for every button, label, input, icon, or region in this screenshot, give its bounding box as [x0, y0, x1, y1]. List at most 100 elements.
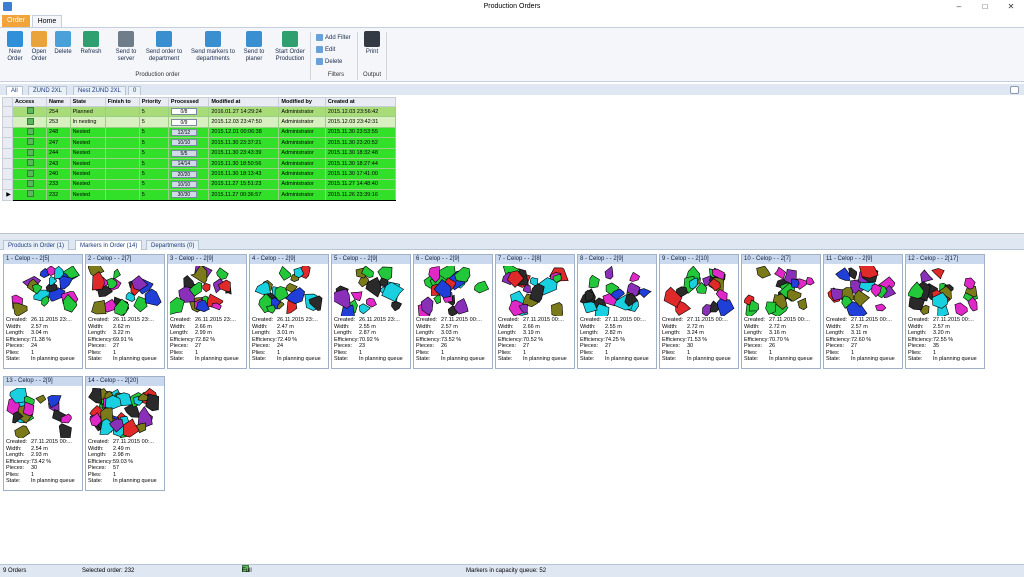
cell-acc [12, 126, 47, 139]
orders-pane: All ZUND 2XL Nest ZUND 2XL 0 Access Name S… [0, 84, 1024, 234]
marker-info: Created: 27.11.2015 00:... Width: 2.49 m Len… [88, 439, 164, 485]
column-header[interactable]: Access [12, 97, 47, 107]
marker-info-label: State: [88, 478, 103, 484]
cell-state: Nested [69, 168, 106, 180]
cell-by: Administrator [278, 157, 326, 170]
tab-zund-2xl[interactable]: ZUND 2XL [28, 86, 68, 95]
cell-state: Nested [69, 137, 106, 149]
cell-acc [12, 168, 47, 180]
cell-state: In nesting [69, 116, 106, 128]
cell-created: 2015.11.30 23:20:52 [324, 137, 397, 149]
refresh-button[interactable]: Refresh [78, 31, 104, 56]
delete-button[interactable]: Delete [52, 31, 74, 56]
marker-thumbnail [827, 266, 897, 316]
processed-progress: 5/5 [170, 149, 197, 157]
marker-info-row: State: In planning queue [6, 356, 82, 363]
marker-card[interactable]: 7 - Celop - - 2[8] Created: 27.11.2015 00:… [495, 254, 575, 369]
print-button[interactable]: Print [361, 31, 383, 56]
marker-piece [144, 288, 162, 306]
open-order-button[interactable]: Open Order [28, 31, 50, 63]
maximize-icon[interactable]: □ [972, 0, 998, 13]
marker-piece [473, 280, 490, 294]
table-row[interactable]: ▶ 232 Nested 5 30/30 2015.11.27 00:36:57 Admin… [2, 189, 397, 201]
send-to-planer-button[interactable]: Send to planer [240, 31, 268, 63]
table-row[interactable]: 248 Nested 5 12/12 2015.12.01 00:06:38 Admini… [2, 126, 397, 139]
marker-card[interactable]: 1 - Celop - - 2[5] Created: 26.11.2015 23:… [3, 254, 83, 369]
marker-thumbnail [580, 266, 652, 316]
processed-progress: 0/9 [170, 118, 197, 126]
marker-card[interactable]: 6 - Celop - - 2[9] Created: 27.11.2015 00:… [413, 254, 493, 369]
marker-title: 3 - Celop - - 2[9] [168, 255, 246, 264]
marker-info-label: State: [6, 356, 21, 362]
marker-card[interactable]: 9 - Celop - - 2[10] Created: 27.11.2015 00… [659, 254, 739, 369]
column-header[interactable]: Modified at [208, 97, 280, 107]
marker-info-label: State: [170, 356, 185, 362]
table-row[interactable]: 233 Nested 5 10/10 2015.11.27 15:51:23 Admini… [2, 178, 397, 191]
marker-card[interactable]: 12 - Celop - - 2[17] Created: 27.11.2015 0… [905, 254, 985, 369]
marker-info-label: State: [908, 356, 923, 362]
marker-info-label: State: [826, 356, 841, 362]
table-row[interactable]: 253 In nesting 5 0/9 2015.12.03 23:47:50 Admi… [2, 116, 397, 128]
marker-card[interactable]: 2 - Celop - - 2[7] Created: 26.11.2015 23:… [85, 254, 165, 369]
title-bar: Production Orders – □ ✕ [0, 0, 1024, 13]
table-row[interactable]: 243 Nested 5 14/14 2015.11.30 18:50:56 Admini… [2, 157, 397, 170]
marker-title: 1 - Celop - - 2[5] [4, 255, 82, 264]
column-header[interactable]: State [69, 97, 106, 107]
cell-state: Nested [69, 178, 106, 191]
edit-filter-button[interactable]: Edit [316, 46, 335, 53]
marker-card[interactable]: 3 - Celop - - 2[9] Created: 26.11.2015 23:… [167, 254, 247, 369]
tab-all[interactable]: All [6, 86, 23, 95]
table-row[interactable]: 244 Nested 5 5/5 2015.11.30 23:43:39 Administ… [2, 147, 397, 159]
tab-home[interactable]: Home [32, 15, 62, 27]
delete-filter-button[interactable]: Delete [316, 58, 342, 65]
marker-card[interactable]: 11 - Celop - - 2[9] Created: 27.11.2015 00… [823, 254, 903, 369]
table-row[interactable]: 240 Nested 5 20/20 2015.11.30 18:13:43 Admini… [2, 168, 397, 180]
cell-priority: 5 [138, 126, 169, 139]
column-header[interactable] [2, 97, 13, 107]
minimize-icon[interactable]: – [946, 0, 972, 13]
cell-by: Administrator [278, 137, 326, 149]
tab-departments[interactable]: Departments (0) [146, 240, 200, 250]
row-selector-icon: ▶ [2, 189, 13, 201]
column-header[interactable]: Priority [138, 97, 169, 107]
start-order-production-button[interactable]: Start Order Production [270, 31, 310, 63]
add-filter-button[interactable]: Add Filter [316, 34, 351, 41]
cell-name: 240 [46, 168, 71, 180]
column-header[interactable]: Name [46, 97, 71, 107]
cell-acc [12, 157, 47, 170]
marker-thumbnail [334, 266, 405, 316]
new-order-button[interactable]: New Order [4, 31, 26, 63]
ribbon-button-label: Send to server [115, 49, 137, 62]
marker-info: Created: 26.11.2015 23:... Width: 2.66 m Len… [170, 317, 246, 363]
tab-products-in-order[interactable]: Products in Order (1) [3, 240, 70, 250]
column-header[interactable]: Modified by [278, 97, 326, 107]
close-icon[interactable]: ✕ [998, 0, 1024, 13]
column-header-created-sorted[interactable]: Created at [324, 97, 397, 107]
send-markers-to-departments-button[interactable]: Send markers to departments [188, 31, 238, 63]
marker-card[interactable]: 8 - Celop - - 2[9] Created: 27.11.2015 00:… [577, 254, 657, 369]
marker-piece [604, 266, 614, 280]
marker-card[interactable]: 13 - Celop - - 2[9] Created: 27.11.2015 00… [3, 376, 83, 491]
ribbon: New Order Open Order Delete Refresh Send to … [0, 27, 1024, 82]
table-row[interactable]: 247 Nested 5 10/10 2015.11.30 23:37:21 Admini… [2, 137, 397, 149]
cell-acc [12, 116, 47, 128]
marker-card[interactable]: 4 - Celop - - 2[9] Created: 26.11.2015 23:… [249, 254, 329, 369]
pane-options-icon[interactable] [1010, 86, 1019, 94]
marker-info: Created: 26.11.2015 23:... Width: 2.55 m Len… [334, 317, 410, 363]
add-filter-icon [316, 34, 323, 41]
table-row[interactable]: 254 Planned 5 0/8 2016.01.27 14:29:24 Adminis… [2, 105, 397, 118]
column-header[interactable]: Processed [167, 97, 210, 107]
cell-created: 2015.11.30 17:41:00 [324, 168, 397, 180]
marker-info-label: State: [744, 356, 759, 362]
tab-markers-in-order[interactable]: Markers in Order (14) [75, 240, 143, 250]
marker-card[interactable]: 14 - Celop - - 2[20] Created: 27.11.2015 0… [85, 376, 165, 491]
tab-nest-zund-2xl[interactable]: Nest ZUND 2XL [73, 86, 127, 95]
send-order-to-department-button[interactable]: Send order to department [142, 31, 186, 63]
tab-order[interactable]: Order [2, 15, 30, 27]
tab-count-badge[interactable]: 0 [128, 86, 142, 95]
send-to-server-button[interactable]: Send to server [112, 31, 140, 63]
column-header[interactable]: Finish to [104, 97, 140, 107]
cell-sel [2, 137, 13, 149]
marker-card[interactable]: 10 - Celop - - 2[7] Created: 27.11.2015 00… [741, 254, 821, 369]
marker-card[interactable]: 5 - Celop - - 2[9] Created: 26.11.2015 23:… [331, 254, 411, 369]
